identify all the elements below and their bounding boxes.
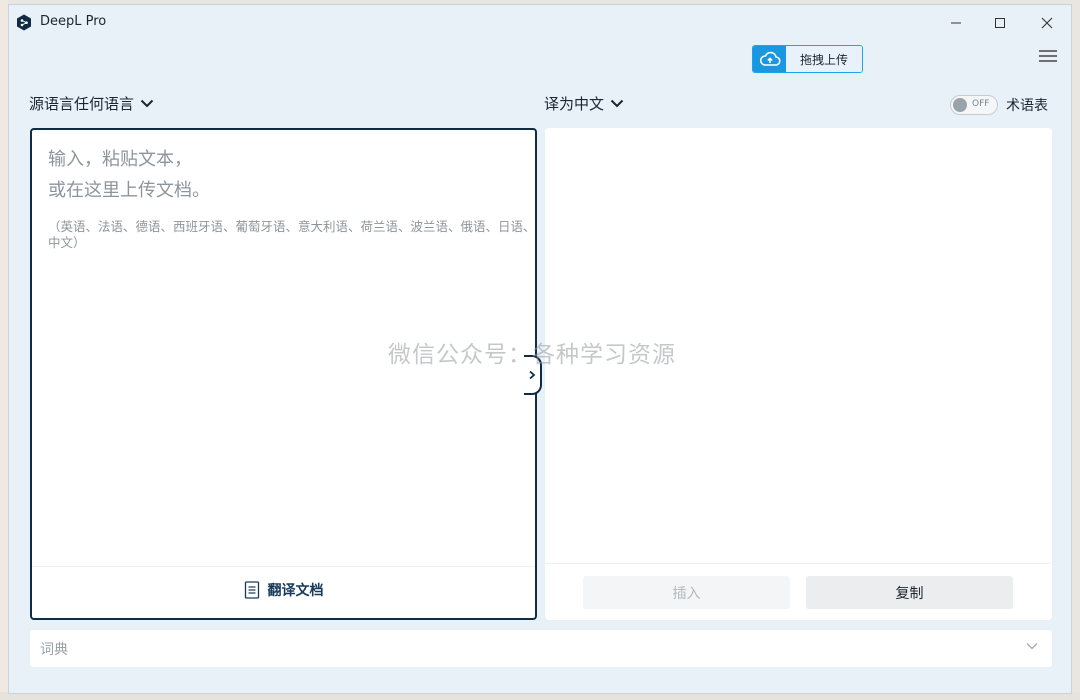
window-title: DeepL Pro [40,14,107,29]
target-language-label: 译为中文 [544,95,605,113]
title-bar[interactable]: DeepL Pro [9,5,1071,39]
upload-button[interactable]: 拖拽上传 [752,45,863,73]
translate-document-label: 翻译文档 [267,583,324,599]
chevron-right-icon [529,370,536,380]
source-language-selector[interactable]: 源语言任何语言 [29,93,154,114]
source-language-label: 源语言任何语言 [29,95,135,113]
minimize-button[interactable] [945,13,967,33]
desktop-background-right [1072,0,1080,700]
glossary-toggle-group: OFF 术语表 [950,95,1048,115]
cloud-upload-icon [759,51,781,66]
toggle-knob [953,98,967,112]
deepl-logo-icon [17,14,31,31]
chevron-down-icon [1026,642,1038,650]
target-panel-footer: 插入 复制 [545,563,1052,620]
source-placeholder-line2: 或在这里上传文档。 [48,180,210,201]
source-panel-footer: 翻译文档 [32,566,535,618]
document-icon [244,581,259,599]
close-icon [1041,17,1053,29]
toggle-state-label: OFF [972,99,990,109]
chevron-down-icon [610,99,624,108]
glossary-toggle[interactable]: OFF [950,95,998,115]
dictionary-bar[interactable]: 词典 [30,630,1052,667]
desktop-background-left [0,0,8,700]
maximize-button[interactable] [989,13,1011,33]
minimize-icon [951,22,961,24]
upload-label: 拖拽上传 [786,46,862,72]
copy-button[interactable]: 复制 [806,576,1013,609]
upload-icon-box [753,46,786,72]
maximize-icon [995,18,1005,28]
target-language-selector[interactable]: 译为中文 [544,93,624,114]
chevron-down-icon [140,99,154,108]
glossary-label: 术语表 [1006,98,1048,114]
translate-document-button[interactable]: 翻译文档 [244,580,324,600]
hamburger-menu-icon[interactable] [1037,48,1059,64]
watermark-text: 微信公众号：各种学习资源 [388,342,676,368]
source-placeholder-line1: 输入，粘贴文本， [48,149,192,170]
close-button[interactable] [1036,13,1058,33]
supported-languages-hint: （英语、法语、德语、西班牙语、葡萄牙语、意大利语、荷兰语、波兰语、俄语、日语、中… [48,219,536,250]
target-text-panel: 插入 复制 [545,128,1052,620]
source-text-panel[interactable]: 输入，粘贴文本， 或在这里上传文档。 （英语、法语、德语、西班牙语、葡萄牙语、意… [30,128,537,620]
dictionary-label: 词典 [40,642,68,658]
insert-button[interactable]: 插入 [583,576,790,609]
deepl-window: DeepL Pro 拖拽上传 源语言任何语言 译为中文 OFF 术语表 输入，粘… [8,4,1072,694]
